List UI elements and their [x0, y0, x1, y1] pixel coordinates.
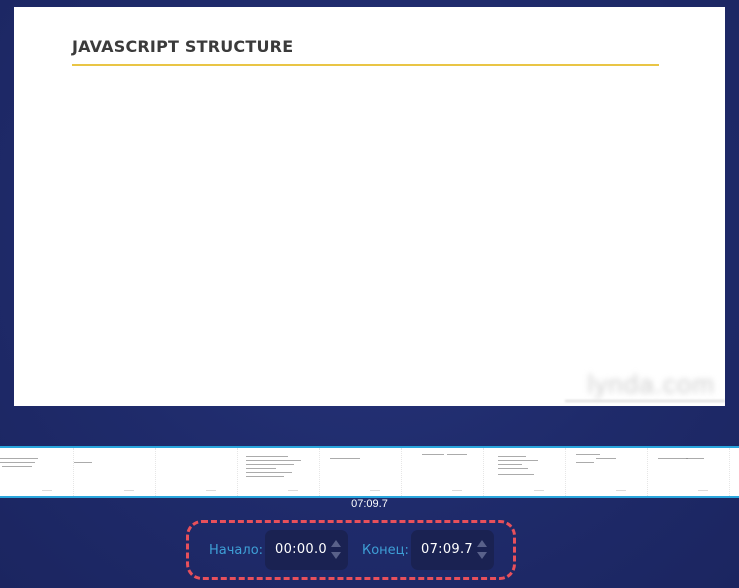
start-time-spinner: [331, 539, 341, 561]
filmstrip-frame[interactable]: [238, 448, 320, 496]
frame-code-line: [498, 474, 534, 475]
frame-marker: [370, 490, 380, 491]
frame-code-line: [2, 466, 32, 467]
start-time-label: Начало:: [209, 543, 264, 558]
slide-title: JAVASCRIPT STRUCTURE: [72, 37, 294, 56]
frame-marker: [534, 490, 544, 491]
frame-code-line: [246, 472, 292, 473]
frame-code-line: [330, 458, 360, 459]
end-time-field[interactable]: 07:09.7: [411, 530, 494, 570]
frame-code-line: [596, 458, 616, 459]
frame-code-line: [74, 462, 92, 463]
start-time-field[interactable]: 00:00.0: [265, 530, 348, 570]
watermark-logo: lynda.com: [587, 369, 715, 399]
frame-marker: [698, 490, 708, 491]
end-time-label: Конец:: [362, 543, 409, 558]
filmstrip-frame[interactable]: [74, 448, 156, 496]
frame-code-line: [246, 456, 288, 457]
start-time-decrement-icon[interactable]: [331, 552, 341, 559]
frame-code-line: [576, 462, 594, 463]
frame-marker: [124, 490, 134, 491]
filmstrip-frame[interactable]: [566, 448, 648, 496]
end-time-increment-icon[interactable]: [477, 540, 487, 547]
filmstrip-frame[interactable]: [320, 448, 402, 496]
frame-marker: [452, 490, 462, 491]
start-time-value[interactable]: 00:00.0: [275, 542, 327, 557]
frame-code-line: [447, 454, 467, 455]
frame-marker: [616, 490, 626, 491]
frame-code-line: [0, 462, 35, 463]
frame-marker: [206, 490, 216, 491]
frame-marker: [42, 490, 52, 491]
frame-code-line: [498, 464, 522, 465]
filmstrip-frame[interactable]: [730, 448, 739, 496]
timeline-filmstrip[interactable]: [0, 446, 739, 498]
frame-code-line: [0, 458, 38, 459]
frame-marker: [288, 490, 298, 491]
frame-code-line: [498, 456, 526, 457]
frame-code-line: [422, 454, 444, 455]
filmstrip-frame[interactable]: [484, 448, 566, 496]
video-trimmer-app: JAVASCRIPT STRUCTURE lynda.com 07:09.7 Н…: [0, 0, 739, 588]
frame-code-line: [658, 458, 688, 459]
video-duration: 07:09.7: [351, 498, 388, 510]
video-preview[interactable]: JAVASCRIPT STRUCTURE lynda.com: [14, 7, 725, 406]
frame-code-line: [246, 464, 294, 465]
frame-code-line: [246, 468, 276, 469]
frame-code-line: [498, 468, 528, 469]
filmstrip-frame[interactable]: [156, 448, 238, 496]
frame-code-line: [576, 454, 600, 455]
end-time-value[interactable]: 07:09.7: [421, 542, 473, 557]
end-time-spinner: [477, 539, 487, 561]
end-time-decrement-icon[interactable]: [477, 552, 487, 559]
start-time-increment-icon[interactable]: [331, 540, 341, 547]
filmstrip-frame[interactable]: [648, 448, 730, 496]
frame-code-line: [498, 460, 538, 461]
frame-code-line: [246, 476, 284, 477]
frame-code-line: [246, 460, 301, 461]
filmstrip-frame[interactable]: [0, 448, 74, 496]
watermark-underline: [565, 400, 725, 402]
filmstrip-frame[interactable]: [402, 448, 484, 496]
slide-title-rule: [72, 64, 659, 66]
frame-code-line: [686, 458, 704, 459]
